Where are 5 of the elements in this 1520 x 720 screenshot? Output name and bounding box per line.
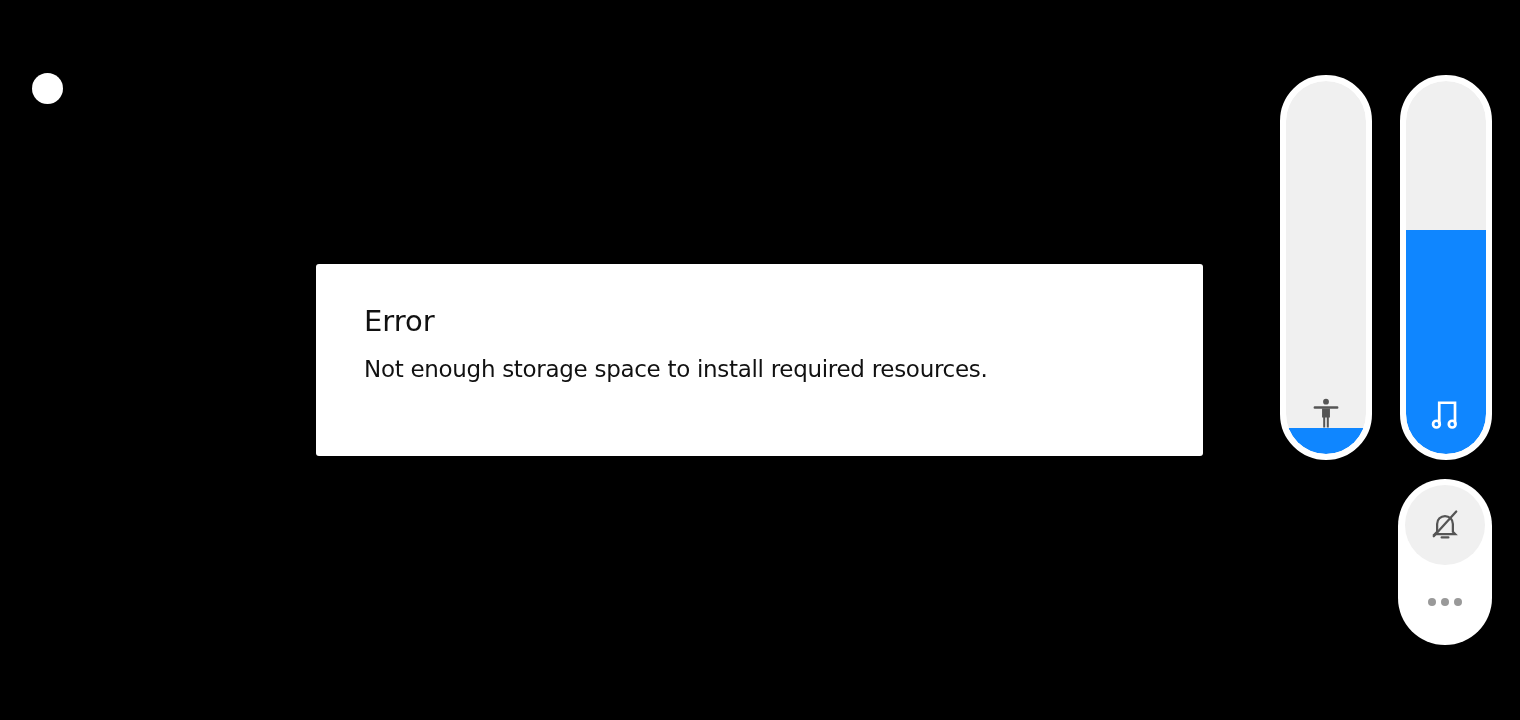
ringer-button[interactable] [1405, 485, 1485, 565]
dialog-message: Not enough storage space to install required resources. [364, 356, 989, 382]
more-icon[interactable] [1427, 597, 1463, 607]
dialog-title: Error [364, 304, 436, 338]
touch-indicator [32, 73, 63, 104]
